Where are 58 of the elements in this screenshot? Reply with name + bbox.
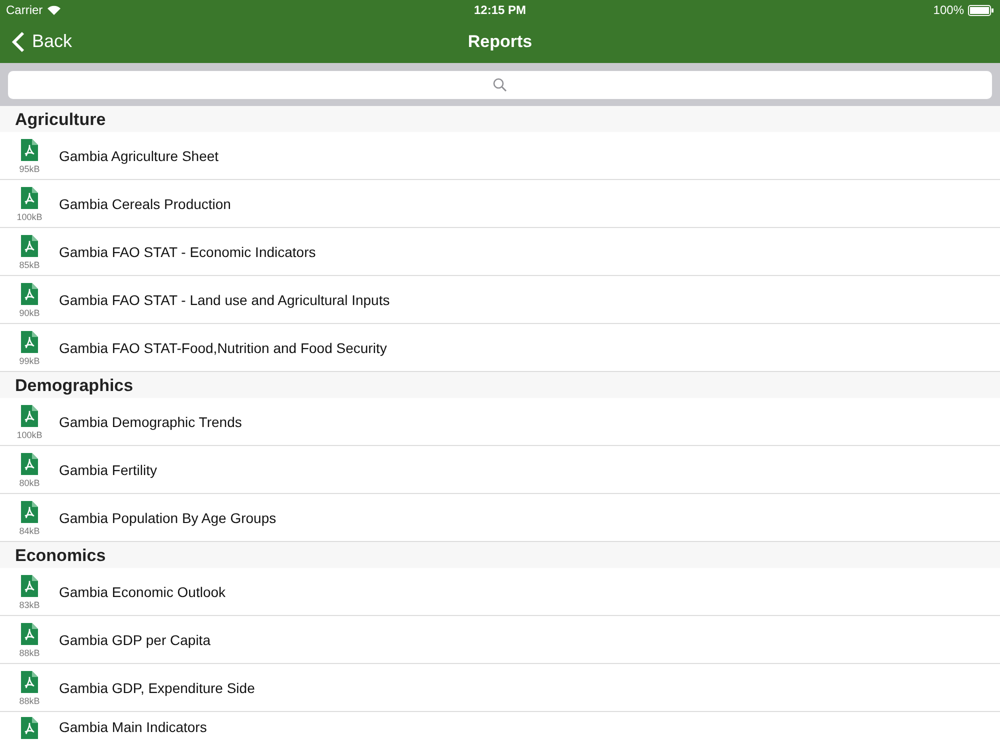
report-row[interactable]: Gambia Main Indicators — [0, 712, 1000, 750]
search-field[interactable] — [8, 70, 992, 98]
report-row[interactable]: 100kB Gambia Demographic Trends — [0, 398, 1000, 446]
report-title: Gambia FAO STAT - Economic Indicators — [59, 244, 316, 260]
report-title: Gambia FAO STAT-Food,Nutrition and Food Security — [59, 340, 387, 356]
pdf-file-icon — [21, 671, 38, 693]
file-size: 84kB — [19, 526, 40, 536]
report-title: Gambia Agriculture Sheet — [59, 148, 219, 164]
file-size: 83kB — [19, 600, 40, 610]
report-row[interactable]: 83kB Gambia Economic Outlook — [0, 568, 1000, 616]
section-header: Economics — [0, 542, 1000, 568]
file-size: 85kB — [19, 260, 40, 270]
pdf-file-icon — [21, 331, 38, 353]
file-size: 99kB — [19, 356, 40, 366]
pdf-file-icon — [21, 501, 38, 523]
pdf-file-icon — [21, 187, 38, 209]
report-title: Gambia Population By Age Groups — [59, 510, 276, 526]
report-row[interactable]: 90kB Gambia FAO STAT - Land use and Agricultural Inputs — [0, 276, 1000, 324]
pdf-file-icon — [21, 717, 38, 739]
pdf-file-icon — [21, 623, 38, 645]
pdf-file-icon — [21, 235, 38, 257]
report-title: Gambia Main Indicators — [59, 719, 207, 735]
status-time: 12:15 PM — [472, 3, 528, 17]
report-row[interactable]: 100kB Gambia Cereals Production — [0, 180, 1000, 228]
pdf-file-icon — [21, 453, 38, 475]
pdf-file-icon — [21, 405, 38, 427]
section-header: Agriculture — [0, 106, 1000, 132]
report-row[interactable]: 88kB Gambia GDP, Expenditure Side — [0, 664, 1000, 712]
pdf-file-icon — [21, 283, 38, 305]
report-row[interactable]: 88kB Gambia GDP per Capita — [0, 616, 1000, 664]
file-size: 95kB — [19, 164, 40, 174]
report-title: Gambia Economic Outlook — [59, 584, 226, 600]
report-title: Gambia FAO STAT - Land use and Agricultural Inputs — [59, 292, 390, 308]
report-title: Gambia Demographic Trends — [59, 414, 242, 430]
section-header: Demographics — [0, 372, 1000, 398]
battery-icon — [968, 4, 994, 16]
screen-title: Reports — [466, 32, 534, 52]
file-size: 100kB — [16, 430, 42, 440]
file-size: 88kB — [19, 648, 40, 658]
report-row[interactable]: 80kB Gambia Fertility — [0, 446, 1000, 494]
report-title: Gambia GDP, Expenditure Side — [59, 680, 255, 696]
report-row[interactable]: 95kB Gambia Agriculture Sheet — [0, 132, 1000, 180]
report-title: Gambia Fertility — [59, 462, 158, 478]
battery-percent: 100% — [933, 3, 964, 17]
search-icon — [493, 78, 507, 92]
chevron-left-icon — [12, 30, 25, 52]
wifi-icon — [46, 5, 61, 15]
pdf-file-icon — [21, 575, 38, 597]
file-size: 100kB — [16, 212, 42, 222]
back-button[interactable]: Back — [0, 20, 72, 63]
carrier-label: Carrier — [6, 3, 43, 17]
pdf-file-icon — [21, 139, 38, 161]
file-size: 80kB — [19, 478, 40, 488]
report-title: Gambia GDP per Capita — [59, 632, 210, 648]
file-size: 88kB — [19, 696, 40, 706]
report-title: Gambia Cereals Production — [59, 196, 231, 212]
file-size: 90kB — [19, 308, 40, 318]
report-row[interactable]: 85kB Gambia FAO STAT - Economic Indicators — [0, 228, 1000, 276]
